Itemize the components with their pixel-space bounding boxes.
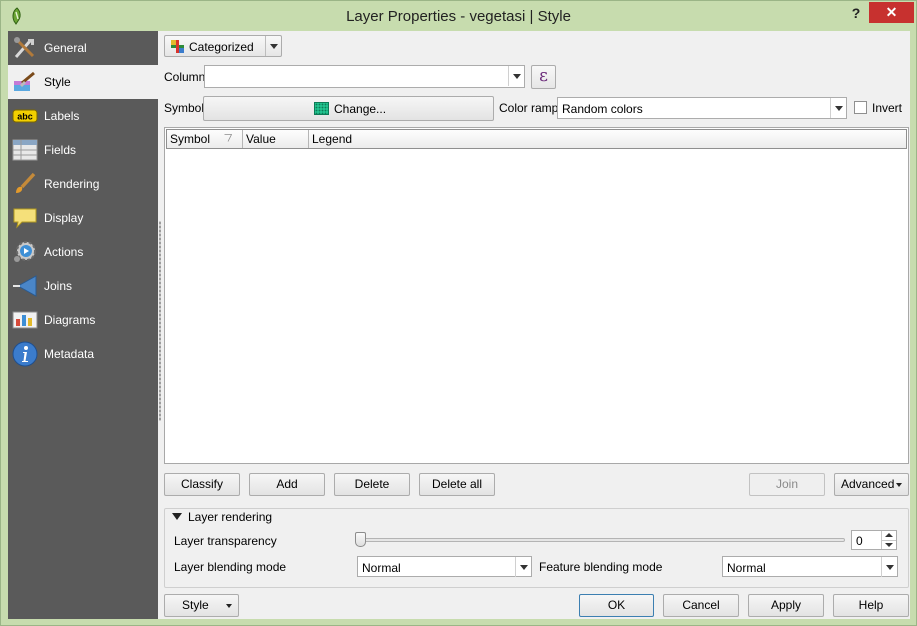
chevron-down-icon[interactable] bbox=[881, 557, 897, 577]
layer-properties-window: Layer Properties - vegetasi | Style ? ✕ … bbox=[0, 0, 917, 626]
sidebar-item-actions[interactable]: Actions bbox=[8, 235, 158, 269]
layer-transparency-label: Layer transparency bbox=[174, 534, 277, 548]
close-window-button[interactable]: ✕ bbox=[869, 2, 914, 23]
advanced-menu-button[interactable]: Advanced bbox=[834, 473, 909, 496]
chart-icon bbox=[12, 311, 38, 329]
svg-text:abc: abc bbox=[17, 112, 33, 122]
layer-blending-value: Normal bbox=[362, 561, 401, 575]
column-combo[interactable] bbox=[204, 65, 525, 88]
sidebar-item-label: Diagrams bbox=[44, 313, 96, 327]
sidebar-item-rendering[interactable]: Rendering bbox=[8, 167, 158, 201]
column-header-value[interactable]: Value bbox=[243, 130, 309, 148]
collapse-triangle-icon bbox=[172, 513, 182, 520]
table-icon bbox=[12, 139, 38, 161]
color-ramp-combo[interactable]: Random colors bbox=[557, 97, 847, 119]
renderer-type-combo[interactable]: Categorized bbox=[164, 35, 282, 57]
sidebar-item-label: Labels bbox=[44, 109, 80, 123]
sidebar-item-label: Actions bbox=[44, 245, 84, 259]
sort-indicator-icon bbox=[224, 134, 232, 142]
header-label: Value bbox=[246, 132, 276, 146]
dialog-client-area: General Style abc Labels Fields Renderin… bbox=[8, 31, 910, 619]
chevron-down-icon[interactable] bbox=[265, 36, 281, 56]
sidebar-item-general[interactable]: General bbox=[8, 31, 158, 65]
classify-button[interactable]: Classify bbox=[164, 473, 240, 496]
brush-icon bbox=[16, 172, 36, 193]
change-symbol-label: Change... bbox=[334, 102, 387, 116]
color-ramp-value: Random colors bbox=[562, 102, 643, 116]
transparency-value: 0 bbox=[856, 534, 863, 548]
symbol-label: Symbol bbox=[164, 101, 205, 115]
delete-category-button[interactable]: Delete bbox=[334, 473, 410, 496]
paintbrush-icon bbox=[14, 71, 35, 91]
sidebar-item-labels[interactable]: abc Labels bbox=[8, 99, 158, 133]
header-label: Legend bbox=[312, 132, 353, 146]
chevron-down-icon[interactable] bbox=[515, 557, 531, 577]
sidebar: General Style abc Labels Fields Renderin… bbox=[8, 31, 158, 619]
sidebar-item-label: General bbox=[44, 41, 87, 55]
sidebar-item-metadata[interactable]: Metadata bbox=[8, 337, 158, 371]
sidebar-item-label: Display bbox=[44, 211, 84, 225]
expression-builder-button[interactable]: ε bbox=[531, 65, 556, 89]
sidebar-item-label: Metadata bbox=[44, 347, 95, 361]
layer-blending-combo[interactable]: Normal bbox=[357, 556, 532, 577]
renderer-type-value: Categorized bbox=[189, 40, 254, 54]
feature-blending-value: Normal bbox=[727, 561, 766, 575]
layer-blending-label: Layer blending mode bbox=[174, 560, 287, 574]
sidebar-item-label: Rendering bbox=[44, 177, 100, 191]
table-header: Symbol Value Legend bbox=[166, 129, 907, 149]
column-label: Column bbox=[164, 70, 206, 84]
tools-icon bbox=[14, 37, 35, 58]
help-question-button[interactable]: ? bbox=[847, 3, 865, 23]
header-label: Symbol bbox=[170, 132, 211, 146]
layer-rendering-title: Layer rendering bbox=[188, 510, 273, 524]
sidebar-item-diagrams[interactable]: Diagrams bbox=[8, 303, 158, 337]
invert-checkbox[interactable] bbox=[854, 101, 867, 114]
advanced-label: Advanced bbox=[841, 477, 895, 491]
sidebar-item-label: Style bbox=[44, 75, 71, 89]
column-header-symbol[interactable]: Symbol bbox=[167, 130, 243, 148]
feature-blending-label: Feature blending mode bbox=[539, 560, 663, 574]
sidebar-item-joins[interactable]: Joins bbox=[8, 269, 158, 303]
style-menu-label: Style bbox=[182, 598, 209, 612]
apply-button[interactable]: Apply bbox=[748, 594, 824, 617]
sidebar-item-label: Joins bbox=[44, 279, 73, 293]
sidebar-item-display[interactable]: Display bbox=[8, 201, 158, 235]
column-header-legend[interactable]: Legend bbox=[309, 130, 908, 148]
info-icon bbox=[12, 341, 38, 367]
add-category-button[interactable]: Add bbox=[249, 473, 325, 496]
invert-label: Invert bbox=[872, 101, 903, 115]
sidebar-item-style[interactable]: Style bbox=[8, 65, 158, 99]
spin-up-icon[interactable] bbox=[881, 531, 896, 540]
splitter-grip bbox=[159, 221, 161, 421]
spin-down-icon[interactable] bbox=[881, 540, 896, 549]
window-title: Layer Properties - vegetasi | Style bbox=[346, 8, 571, 25]
color-ramp-label: Color ramp bbox=[499, 101, 559, 115]
chevron-down-icon[interactable] bbox=[508, 66, 524, 86]
symbol-swatch-icon bbox=[314, 102, 329, 115]
style-menu-button[interactable]: Style bbox=[164, 594, 239, 617]
categorized-icon bbox=[171, 40, 184, 53]
delete-all-button[interactable]: Delete all bbox=[419, 473, 495, 496]
ok-button[interactable]: OK bbox=[579, 594, 654, 617]
sidebar-item-fields[interactable]: Fields bbox=[8, 133, 158, 167]
transparency-slider-handle[interactable] bbox=[355, 532, 366, 547]
gear-play-icon bbox=[14, 241, 36, 262]
abc-label-icon: abc bbox=[12, 109, 38, 123]
change-symbol-button[interactable]: Change... bbox=[203, 96, 494, 121]
categories-table[interactable]: Symbol Value Legend bbox=[164, 127, 909, 464]
cancel-button[interactable]: Cancel bbox=[663, 594, 739, 617]
layer-rendering-toggle[interactable]: Layer rendering bbox=[168, 510, 277, 524]
transparency-spinbox[interactable]: 0 bbox=[851, 530, 897, 550]
transparency-slider-track[interactable] bbox=[358, 538, 845, 542]
chevron-down-icon[interactable] bbox=[830, 98, 846, 118]
join-arrow-icon bbox=[13, 275, 37, 297]
sidebar-splitter[interactable] bbox=[158, 31, 162, 619]
feature-blending-combo[interactable]: Normal bbox=[722, 556, 898, 577]
join-button[interactable]: Join bbox=[749, 473, 825, 496]
sidebar-item-label: Fields bbox=[44, 143, 77, 157]
speech-bubble-icon bbox=[13, 208, 37, 229]
title-bar[interactable]: Layer Properties - vegetasi | Style ? ✕ bbox=[1, 1, 916, 31]
help-button[interactable]: Help bbox=[833, 594, 909, 617]
